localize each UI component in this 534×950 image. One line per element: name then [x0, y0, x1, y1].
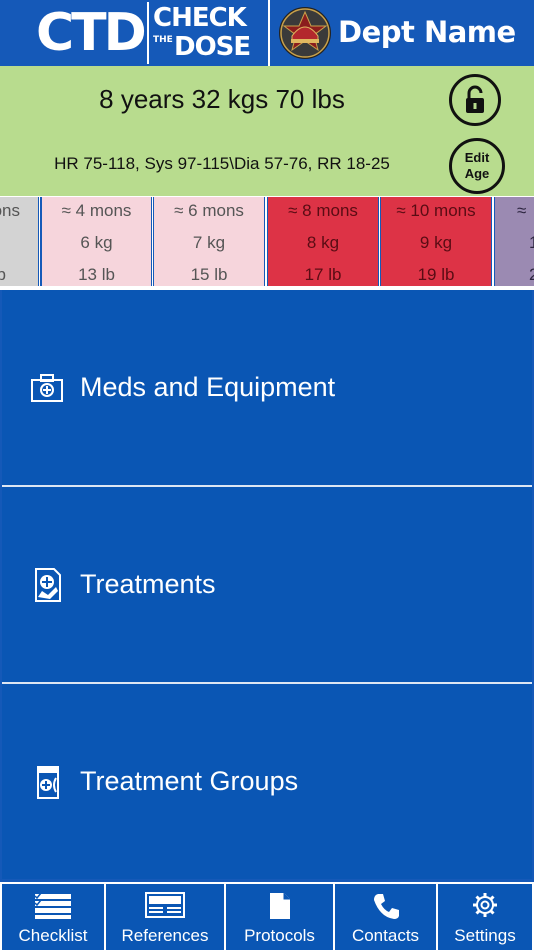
logo-the: THE: [153, 35, 173, 45]
app-header: CTD CHECK THE DOSE Dept Name: [0, 0, 534, 66]
nav-checklist-label: Checklist: [18, 926, 88, 945]
age-cell-kg: 1: [529, 233, 534, 252]
age-cell-age: ≈ 4 mons: [61, 201, 132, 220]
gear-icon: [473, 893, 497, 917]
dept-name[interactable]: Dept Name: [338, 14, 516, 50]
medical-kit-icon: [31, 373, 63, 402]
logo-ctd: CTD: [36, 3, 147, 63]
menu-treatments-label: Treatments: [80, 569, 216, 599]
age-cell[interactable]: ons b: [0, 197, 39, 286]
phone-icon: [373, 894, 399, 919]
nav-contacts-label: Contacts: [351, 926, 420, 945]
fire-dept-badge-icon: [279, 7, 331, 59]
nav-references[interactable]: References: [106, 884, 224, 950]
edit-age-label-1: Edit: [464, 150, 490, 165]
age-cell-lb: 19 lb: [417, 265, 455, 284]
menu-treatment-groups[interactable]: Treatment Groups: [2, 684, 532, 879]
age-strip[interactable]: ons b ≈ 4 mons 6 kg 13 lb ≈ 6 mons 7 kg …: [0, 196, 534, 288]
medical-document-icon: [35, 567, 61, 602]
age-cell-lb: 15 lb: [190, 265, 228, 284]
main-menu: Meds and Equipment Treatments Treatment …: [0, 290, 534, 882]
age-cell-lb: 17 lb: [304, 265, 342, 284]
unlock-icon: [466, 85, 484, 113]
nav-settings[interactable]: Settings: [438, 884, 532, 950]
nav-contacts[interactable]: Contacts: [335, 884, 436, 950]
age-cell[interactable]: ≈ 6 mons 7 kg 15 lb: [153, 197, 265, 286]
reference-card-icon: [145, 892, 185, 918]
patient-weight: 8 years 32 kgs 70 lbs: [99, 84, 345, 114]
nav-checklist[interactable]: Checklist: [2, 884, 104, 950]
age-cell[interactable]: ≈ 4 mons 6 kg 13 lb: [40, 197, 152, 286]
nav-protocols[interactable]: Protocols: [226, 884, 333, 950]
age-cell[interactable]: ≈ 1 2: [494, 197, 534, 286]
menu-treatment-groups-label: Treatment Groups: [80, 766, 299, 796]
age-cell-selected[interactable]: ≈ 8 mons 8 kg 17 lb: [267, 197, 379, 286]
age-cell-kg: 8 kg: [306, 233, 340, 252]
nav-protocols-label: Protocols: [244, 926, 315, 945]
edit-age-button[interactable]: Edit Age: [449, 138, 505, 194]
menu-meds-equipment[interactable]: Meds and Equipment: [2, 290, 532, 485]
age-cell[interactable]: ≈ 10 mons 9 kg 19 lb: [380, 197, 492, 286]
edit-age-label-2: Age: [464, 166, 490, 181]
unlock-button[interactable]: [449, 74, 501, 126]
age-cell-age: ≈ 10 mons: [396, 201, 476, 220]
patient-vitals: HR 75-118, Sys 97-115\Dia 57-76, RR 18-2…: [54, 154, 390, 173]
age-cell-age: ≈ 8 mons: [288, 201, 358, 220]
nav-references-label: References: [121, 926, 209, 945]
bottom-nav: Checklist References Protocols Contacts …: [0, 882, 534, 950]
age-cell-age: ≈ 6 mons: [174, 201, 244, 220]
age-cell-lb: b: [0, 265, 6, 284]
age-cell-age: ons: [0, 201, 20, 220]
age-cell-lb: 13 lb: [78, 265, 115, 284]
document-icon: [269, 893, 290, 919]
checklist-icon: [34, 892, 71, 919]
age-cell-lb: 2: [529, 265, 534, 284]
logo-dose: DOSE: [174, 32, 251, 62]
age-cell-kg: 9 kg: [419, 233, 453, 252]
menu-meds-equipment-label: Meds and Equipment: [80, 372, 336, 402]
nav-settings-label: Settings: [454, 926, 516, 945]
logo-divider: [147, 2, 149, 64]
pill-bottles-icon: [37, 765, 59, 799]
age-cell-kg: 7 kg: [192, 233, 226, 252]
logo-check: CHECK: [153, 3, 247, 33]
age-cell-kg: 6 kg: [80, 233, 113, 252]
age-cell-age: ≈: [517, 201, 527, 220]
menu-treatments[interactable]: Treatments: [2, 487, 532, 682]
